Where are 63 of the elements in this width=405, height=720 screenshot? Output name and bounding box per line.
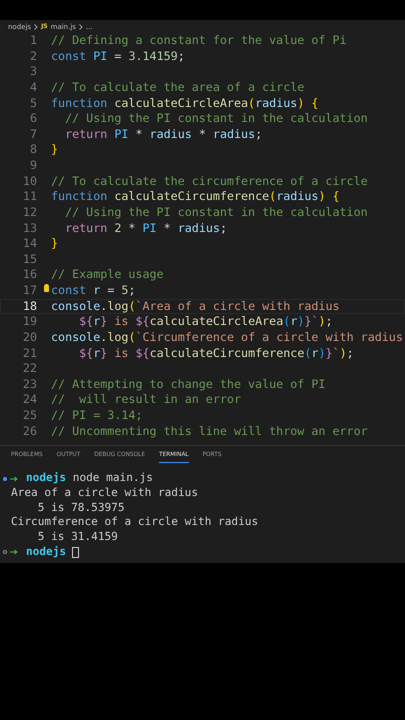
line-number: 17 <box>22 283 37 299</box>
code-line: ${r} is ${calculateCircleArea(r)}`); <box>78 314 333 330</box>
line-number: 24 <box>22 392 37 408</box>
line-number: 4 <box>28 80 37 96</box>
line-number: 12 <box>22 204 37 220</box>
line-number: 5 <box>28 96 37 112</box>
prompt-arrow-icon <box>10 476 18 482</box>
code-line: function calculateCircumference(radius) { <box>51 189 340 205</box>
code-comment: // PI = 3.14; <box>51 408 142 424</box>
line-number: 10 <box>22 174 37 190</box>
code-comment: // Example usage <box>51 267 164 283</box>
code-line: return 2 * PI * radius; <box>64 220 227 236</box>
line-number: 3 <box>28 64 37 80</box>
code-comment: // Attempting to change the value of PI <box>51 376 326 392</box>
code-line: console.log(`Circumference of a circle with radius <box>51 330 403 346</box>
code-line: const PI = 3.14159; <box>51 48 185 64</box>
terminal-output: 5 is 78.53975 <box>36 500 125 516</box>
line-number: 14 <box>22 236 37 252</box>
terminal-output: Area of a circle with radius <box>10 486 198 501</box>
command-status-icon[interactable] <box>3 550 7 554</box>
line-number: 21 <box>22 346 37 362</box>
line-number: 20 <box>22 330 37 346</box>
line-number: 26 <box>22 424 37 440</box>
code-line: ${r} is ${calculateCircumference(r)}`); <box>78 346 354 362</box>
code-comment: // Uncommenting this line will throw an error <box>51 424 368 440</box>
code-comment: // will result in an error <box>51 392 241 408</box>
code-line: } <box>51 236 58 252</box>
code-line: function calculateCircleArea(radius) { <box>51 96 318 112</box>
code-line: console.log(`Area of a circle with radius <box>51 298 340 314</box>
line-number: 8 <box>28 142 37 158</box>
line-number: 18 <box>22 298 37 314</box>
line-number: 2 <box>28 48 37 64</box>
line-number: 1 <box>28 33 37 49</box>
code-comment: // Using the PI constant in the calculation <box>64 111 368 127</box>
code-comment: // Using the PI constant in the calculation <box>64 204 368 220</box>
terminal-cursor <box>72 546 80 558</box>
prompt-directory: nodejs <box>26 544 66 560</box>
code-comment: // To calculate the area of a circle <box>51 80 304 96</box>
terminal-output: 5 is 31.4159 <box>36 530 118 545</box>
terminal-output: Circumference of a circle with radius <box>10 515 258 530</box>
prompt-arrow-icon <box>10 549 18 556</box>
code-line: const r = 5; <box>51 283 136 299</box>
line-number: 25 <box>22 408 37 424</box>
chevron-icon <box>34 24 38 30</box>
line-number: 9 <box>28 158 37 174</box>
line-number: 16 <box>22 267 37 283</box>
line-number: 13 <box>22 220 37 236</box>
command-status-icon[interactable] <box>3 476 7 481</box>
line-number: 7 <box>28 126 37 142</box>
code-comment: // To calculate the circumference of a circle <box>51 174 368 190</box>
code-line: } <box>51 142 58 158</box>
code-line: return PI * radius * radius; <box>64 126 262 142</box>
line-number: 23 <box>22 376 37 392</box>
line-number: 6 <box>28 111 37 127</box>
terminal-command: node main.js <box>72 471 153 486</box>
line-number: 22 <box>22 361 37 377</box>
chevron-icon <box>78 24 83 30</box>
lightbulb-icon[interactable] <box>44 284 49 292</box>
prompt-directory: nodejs <box>26 471 66 486</box>
line-number: 19 <box>22 314 37 330</box>
code-comment: // Defining a constant for the value of Pi <box>51 33 347 49</box>
line-number: 11 <box>22 189 37 205</box>
line-number: 15 <box>22 252 37 268</box>
